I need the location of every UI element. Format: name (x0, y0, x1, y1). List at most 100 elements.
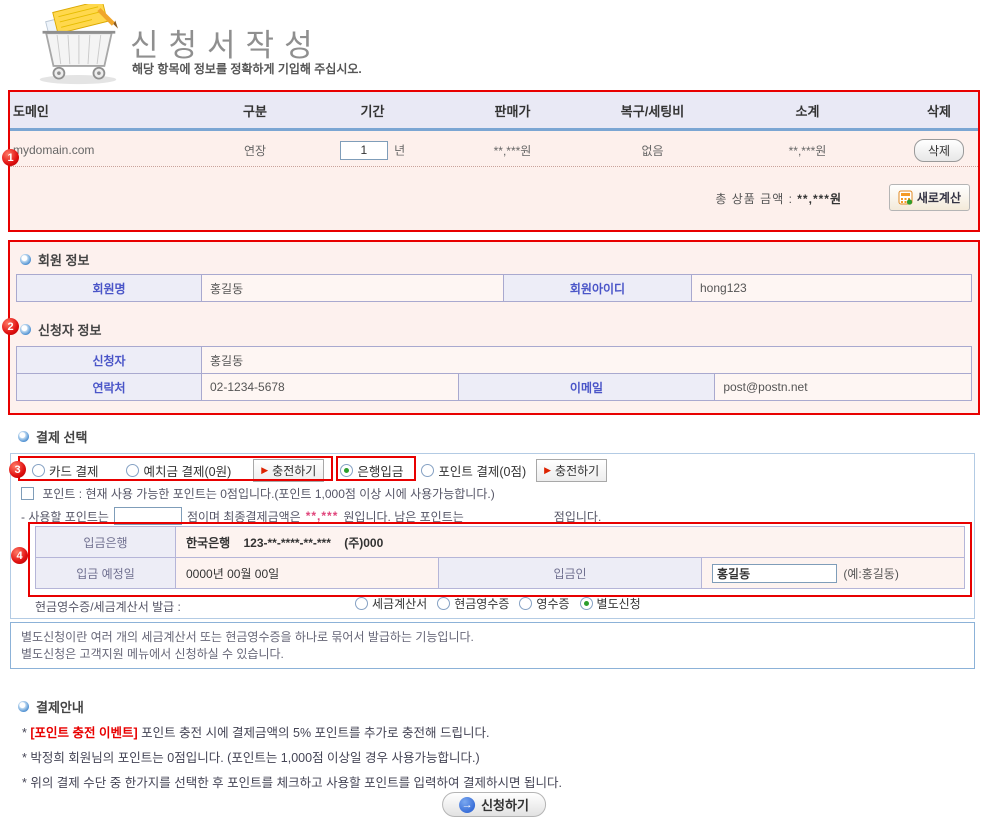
shopping-cart-icon (28, 4, 128, 86)
cash-receipt-radio[interactable] (437, 597, 450, 610)
member-info-title: 회원 정보 (38, 250, 89, 269)
separate-request-option[interactable]: 별도신청 (580, 595, 641, 612)
separate-request-label: 별도신청 (597, 595, 641, 612)
page-header: 신청서작성 해당 항목에 정보를 정확하게 기입해 주십시오. (0, 0, 988, 88)
order-section: 도메인 구분 기간 판매가 복구/세팅비 소계 삭제 mydomain.com … (8, 90, 980, 232)
applicant-value: 홍길동 (202, 347, 972, 374)
annotation-box-3 (18, 456, 333, 481)
applicant-info-header: 신청자 정보 (20, 320, 101, 339)
email-value: post@postn.net (715, 374, 972, 401)
tax-invoice-radio[interactable] (355, 597, 368, 610)
blue-arrow-icon: → (459, 797, 475, 813)
order-period-cell: 년 (310, 141, 435, 160)
depositor-hint: (예:홍길동) (843, 567, 899, 581)
payment-title: 결제 선택 (36, 427, 87, 446)
guide-title: 결제안내 (36, 697, 84, 716)
use-point-input[interactable] (114, 507, 182, 525)
submit-button[interactable]: → 신청하기 (442, 792, 546, 817)
applicant-label: 신청자 (17, 347, 202, 374)
point-radio[interactable] (421, 464, 434, 477)
application-form-page: 신청서작성 해당 항목에 정보를 정확하게 기입해 주십시오. 도메인 구분 기… (0, 0, 988, 821)
annotation-badge-3: 3 (9, 461, 26, 478)
guide-section-header: 결제안내 (18, 697, 84, 716)
charge-button-2[interactable]: ▶ 충전하기 (536, 459, 607, 482)
annotation-badge-4: 4 (11, 547, 28, 564)
bank-deposit-table: 입금은행 한국은행 123-**-****-**-*** (주)000 입금 예… (35, 526, 965, 589)
order-type: 연장 (200, 142, 310, 159)
member-name-value: 홍길동 (202, 275, 504, 302)
col-price: 판매가 (435, 101, 590, 120)
order-subtotal: **,***원 (715, 142, 900, 159)
point-label: 포인트 결제(0점) (438, 461, 526, 480)
separate-request-radio-selected[interactable] (580, 597, 593, 610)
recalculate-button[interactable]: 새로계산 (889, 184, 970, 211)
col-domain: 도메인 (10, 101, 200, 120)
member-id-value: hong123 (692, 275, 972, 302)
depositor-label: 입금인 (439, 558, 702, 589)
cash-receipt-label: 현금영수증 (454, 595, 509, 612)
separate-request-note: 별도신청이란 여러 개의 세금계산서 또는 현금영수증을 하나로 묶어서 발급하… (10, 622, 975, 669)
annotation-badge-1: 1 (2, 149, 19, 166)
use-point-suffix: 원입니다. 남은 포인트는 (343, 508, 463, 525)
use-point-row: - 사용할 포인트는 점이며 최종결제금액은 **,*** 원입니다. 남은 포… (21, 507, 601, 525)
info-section: 회원 정보 회원명 홍길동 회원아이디 hong123 신청자 정보 신청자 홍… (8, 240, 980, 415)
use-point-prefix: - 사용할 포인트는 (21, 508, 109, 525)
tax-invoice-option[interactable]: 세금계산서 (355, 595, 427, 612)
point-checkbox[interactable] (21, 487, 34, 500)
receipt-label: 현금영수증/세금계산서 발급 : (35, 598, 181, 615)
section-bullet-icon (20, 254, 31, 265)
email-label: 이메일 (458, 374, 715, 401)
final-amount: **,*** (306, 509, 339, 523)
receipt-option[interactable]: 영수증 (519, 595, 569, 612)
point-check-row: 포인트 : 현재 사용 가능한 포인트는 0점입니다.(포인트 1,000점 이… (21, 485, 495, 502)
receipt-radio[interactable] (519, 597, 532, 610)
col-period: 기간 (310, 101, 435, 120)
member-info-header: 회원 정보 (20, 250, 89, 269)
payment-section-header: 결제 선택 (18, 427, 87, 446)
calculator-icon (898, 190, 913, 205)
page-title: 신청서작성 (130, 20, 323, 65)
guide-line-1-text: 포인트 충전 시에 결제금액의 5% 포인트를 추가로 충전해 드립니다. (141, 726, 489, 740)
receipt-options: 세금계산서 현금영수증 영수증 별도신청 (355, 595, 641, 612)
bank-row-label: 입금은행 (36, 527, 176, 558)
order-domain: mydomain.com (10, 143, 200, 157)
receipt-row: 현금영수증/세금계산서 발급 : 세금계산서 현금영수증 영수증 별도신청 (35, 595, 965, 617)
delete-button[interactable]: 삭제 (914, 139, 964, 162)
member-id-label: 회원아이디 (504, 275, 692, 302)
asterisk: * (22, 726, 27, 740)
col-type: 구분 (200, 101, 310, 120)
cash-receipt-option[interactable]: 현금영수증 (437, 595, 509, 612)
submit-label: 신청하기 (481, 795, 529, 814)
annotation-badge-2: 2 (2, 318, 19, 335)
use-point-end: 점입니다. (554, 508, 602, 525)
depositor-input[interactable] (712, 564, 837, 583)
member-info-table: 회원명 홍길동 회원아이디 hong123 (16, 274, 972, 302)
contact-label: 연락처 (17, 374, 202, 401)
order-delete-cell: 삭제 (900, 139, 978, 162)
tax-invoice-label: 세금계산서 (372, 595, 427, 612)
col-subtotal: 소계 (715, 101, 900, 120)
total-value: **,***원 (797, 192, 842, 206)
point-event-highlight: [포인트 충전 이벤트] (30, 726, 137, 740)
guide-line-2: * 박정희 회원님의 포인트는 0점입니다. (포인트는 1,000점 이상일 … (22, 747, 480, 766)
section-bullet-icon (20, 324, 31, 335)
order-price: **,***원 (435, 142, 590, 159)
note-line-2: 별도신청은 고객지원 메뉴에서 신청하실 수 있습니다. (21, 646, 964, 663)
applicant-info-title: 신청자 정보 (38, 320, 101, 339)
point-check-text: 포인트 : 현재 사용 가능한 포인트는 0점입니다.(포인트 1,000점 이… (42, 487, 494, 501)
contact-value: 02-1234-5678 (202, 374, 459, 401)
deposit-date-label: 입금 예정일 (36, 558, 176, 589)
point-payment-option[interactable]: 포인트 결제(0점) (421, 461, 526, 480)
col-recovery-fee: 복구/세팅비 (590, 101, 715, 120)
order-total: 총 상품 금액 : **,***원 (715, 190, 842, 207)
period-input[interactable] (340, 141, 388, 160)
note-line-1: 별도신청이란 여러 개의 세금계산서 또는 현금영수증을 하나로 묶어서 발급하… (21, 629, 964, 646)
use-point-mid: 점이며 최종결제금액은 (187, 508, 301, 525)
order-recovery-fee: 없음 (590, 142, 715, 159)
col-delete: 삭제 (900, 101, 978, 120)
recalculate-label: 새로계산 (917, 189, 961, 206)
depositor-cell: (예:홍길동) (702, 558, 965, 589)
order-table-header: 도메인 구분 기간 판매가 복구/세팅비 소계 삭제 (10, 92, 978, 131)
member-name-label: 회원명 (17, 275, 202, 302)
applicant-info-table: 신청자 홍길동 연락처 02-1234-5678 이메일 post@postn.… (16, 346, 972, 401)
